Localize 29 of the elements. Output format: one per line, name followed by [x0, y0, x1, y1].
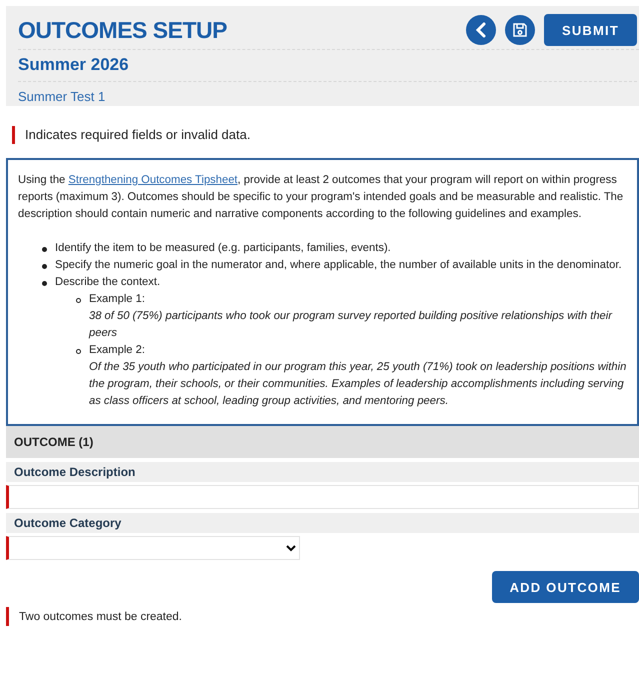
- guideline-text: Identify the item to be measured (e.g. participants, families, events).: [55, 241, 391, 256]
- example-text: 38 of 50 (75%) participants who took our program survey reported building positive relationships with their peers: [89, 309, 614, 341]
- back-button[interactable]: [466, 15, 496, 45]
- required-note: Indicates required fields or invalid data.: [12, 126, 639, 144]
- save-button[interactable]: [504, 15, 535, 45]
- field-label: Outcome Category: [6, 513, 639, 533]
- save-icon: [512, 22, 528, 38]
- bullet-icon: [76, 298, 81, 303]
- example-label: Example 2:: [89, 343, 146, 358]
- bullet-icon: [42, 281, 47, 286]
- submit-button[interactable]: SUBMIT: [544, 14, 637, 46]
- error-message: Two outcomes must be created.: [6, 607, 639, 626]
- example-label: Example 1:: [89, 292, 146, 307]
- guideline-text: Specify the numeric goal in the numerator and, where applicable, the number of available units in the denominator.: [55, 258, 622, 273]
- description-field[interactable]: [6, 485, 639, 509]
- example-text: Of the 35 youth who participated in our program this year, 25 youth (71%) took on leadership positions within the program, their schools, or their communities. Examples of leadership accomplishments including serving as class officers at school, leading group activities, and mentoring peers.: [89, 360, 627, 409]
- tipsheet-link[interactable]: Strengthening Outcomes Tipsheet: [68, 174, 238, 186]
- bullet-icon: [42, 264, 47, 269]
- page-subtitle: Summer 2026: [18, 50, 637, 82]
- bullet-icon: [76, 349, 81, 354]
- field-label: Outcome Description: [6, 462, 639, 482]
- add-outcome-button[interactable]: ADD OUTCOME: [492, 571, 639, 603]
- instructions-text: Using the Strengthening Outcomes Tipsheet, provide at least 2 outcomes that your program will report on within progress reports (maximum 3). Outcomes should be specific to your program's intended goals and be measurable and realistic. The description should contain numeric and narrative components according to the following guidelines and examples.: [18, 173, 624, 222]
- program-name: Summer Test 1: [18, 88, 106, 104]
- page-title: OUTCOMES SETUP: [18, 16, 227, 44]
- bullet-icon: [42, 247, 47, 252]
- guideline-text: Describe the context.: [55, 275, 160, 290]
- outcome-heading: OUTCOME (1): [6, 426, 639, 458]
- chevron-left-icon: [474, 22, 487, 38]
